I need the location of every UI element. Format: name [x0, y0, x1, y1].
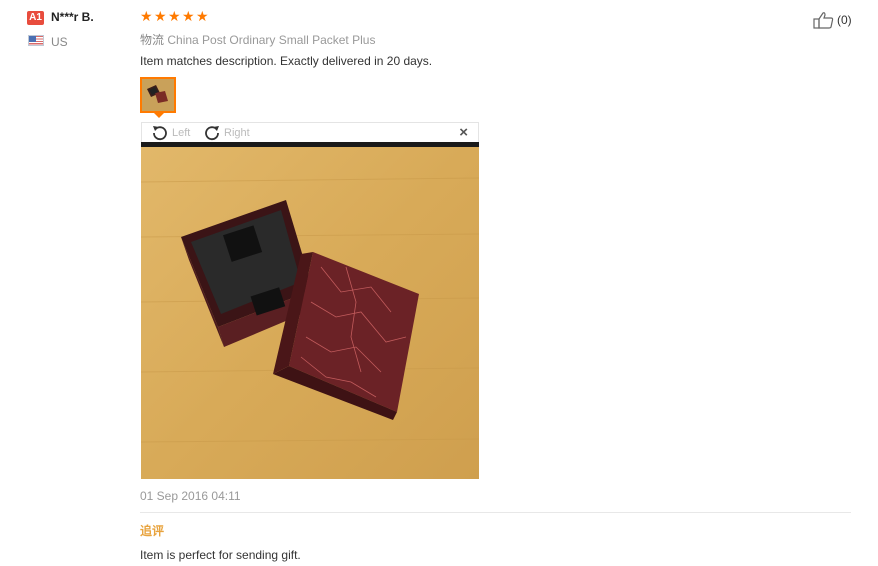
review-photo-thumbnail[interactable]	[140, 77, 176, 113]
additional-feedback-label: 追评	[140, 524, 165, 538]
thumbs-up-icon	[813, 12, 834, 29]
rotate-right-button[interactable]: Right	[202, 124, 250, 142]
thumbnail-pointer	[154, 113, 164, 118]
logistics-info: 物流 China Post Ordinary Small Packet Plus	[140, 31, 375, 48]
star-icon: ★	[182, 8, 195, 24]
logistics-label: 物流	[140, 33, 165, 47]
star-rating: ★ ★ ★ ★ ★	[140, 8, 209, 24]
divider	[140, 512, 851, 513]
image-viewer-toolbar: Left Right ×	[141, 122, 479, 142]
us-flag-icon	[28, 35, 44, 46]
rotate-right-label: Right	[224, 127, 250, 139]
rotate-left-icon	[153, 126, 167, 141]
rotate-left-label: Left	[172, 127, 191, 139]
rotate-left-button[interactable]: Left	[150, 124, 190, 142]
star-icon: ★	[168, 8, 181, 24]
star-icon: ★	[196, 8, 209, 24]
rotate-right-icon	[205, 126, 219, 141]
buyer-level-badge: A1	[27, 11, 44, 25]
star-icon: ★	[154, 8, 167, 24]
buyer-name: N***r B.	[51, 10, 94, 24]
logistics-method: China Post Ordinary Small Packet Plus	[167, 33, 376, 47]
helpful-count: (0)	[837, 13, 852, 27]
star-icon: ★	[140, 8, 153, 24]
review-date: 01 Sep 2016 04:11	[140, 489, 241, 503]
review-text: Item matches description. Exactly delive…	[140, 54, 433, 68]
close-viewer-button[interactable]: ×	[459, 124, 468, 141]
additional-feedback-text: Item is perfect for sending gift.	[140, 548, 301, 562]
buyer-country: US	[51, 35, 68, 49]
helpful-button[interactable]: (0)	[813, 11, 852, 29]
review-photo	[141, 142, 479, 479]
